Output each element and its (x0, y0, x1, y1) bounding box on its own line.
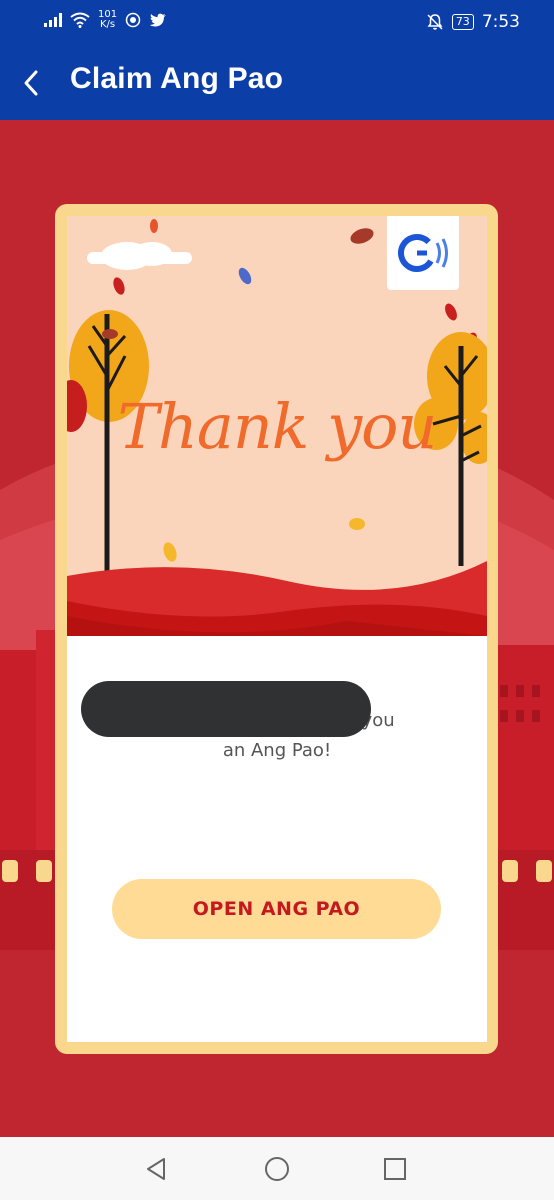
app-bar: Claim Ang Pao (0, 46, 554, 120)
status-bar: 101 K/s 73 7:53 (0, 0, 554, 46)
open-ang-pao-button[interactable]: OPEN ANG PAO (112, 879, 441, 939)
bell-muted-icon (427, 14, 443, 30)
record-icon (125, 12, 141, 28)
navigation-bar (0, 1137, 554, 1200)
arrow-back-icon (24, 70, 38, 96)
back-button[interactable] (14, 64, 52, 102)
circle-home-icon (265, 1157, 289, 1181)
gcash-logo-icon (398, 234, 448, 272)
message-line-2: an Ang Pao! (222, 740, 332, 761)
network-speed: 101 K/s (98, 10, 117, 30)
status-left: 101 K/s (44, 10, 167, 30)
card-content: Thank you sent you an Ang Pao! OPEN ANG … (67, 216, 487, 1042)
twitter-icon (149, 13, 167, 27)
square-recents-icon (384, 1158, 406, 1180)
status-right: 73 7:53 (426, 12, 520, 32)
nav-recents-button[interactable] (380, 1154, 410, 1184)
headline-text: Thank you (118, 390, 437, 463)
logo-badge (387, 216, 459, 290)
wifi-icon (70, 12, 90, 28)
redacted-sender-name (81, 681, 371, 737)
triangle-back-icon (147, 1158, 165, 1180)
network-speed-unit: K/s (99, 19, 116, 30)
nav-back-button[interactable] (142, 1154, 172, 1184)
nav-home-button[interactable] (262, 1154, 292, 1184)
page-title: Claim Ang Pao (70, 62, 284, 95)
clock: 7:53 (481, 12, 520, 32)
signal-icon (44, 13, 62, 27)
battery-level: 73 (451, 14, 474, 30)
